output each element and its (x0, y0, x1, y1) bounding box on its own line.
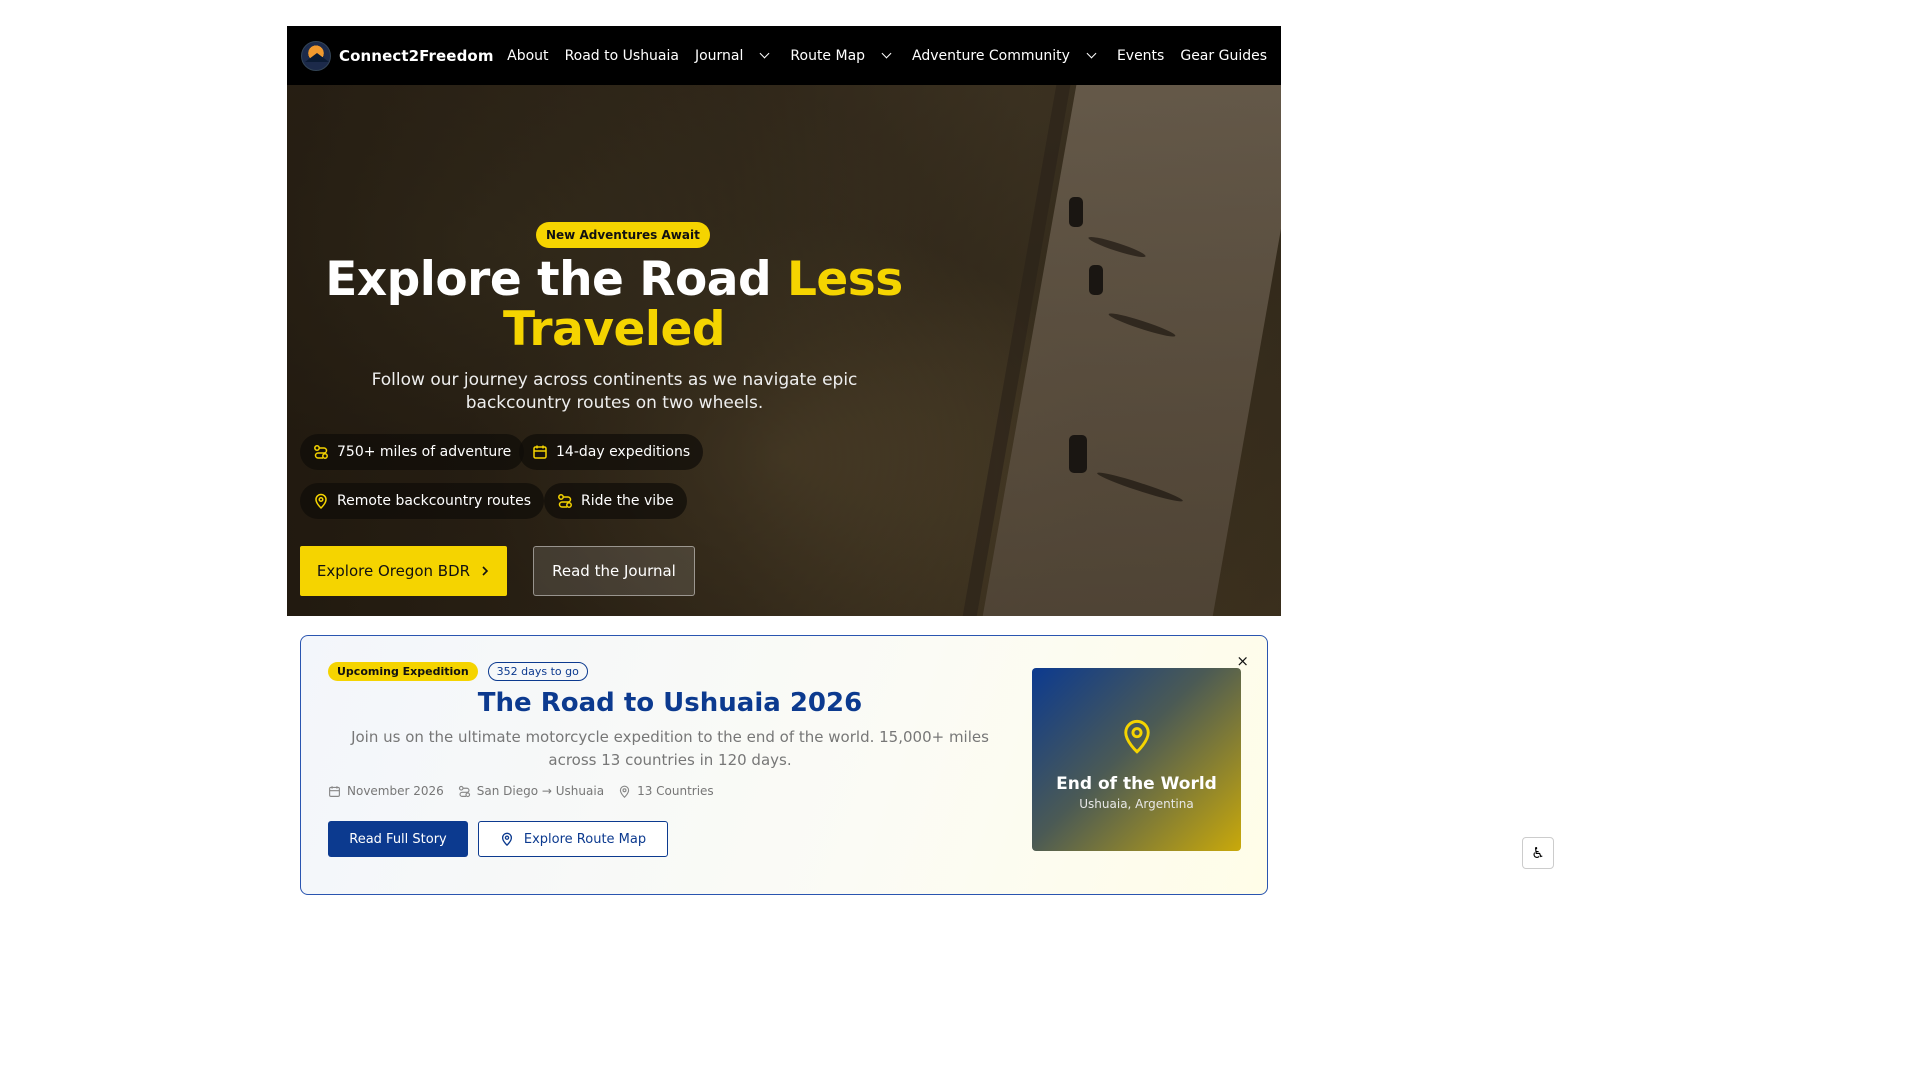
nav-item-journal[interactable]: Journal (695, 48, 774, 64)
top-navbar: Connect2Freedom About Road to Ushuaia Jo… (287, 26, 1281, 85)
calendar-icon (329, 785, 340, 797)
nav-item-route-map[interactable]: Route Map (790, 48, 896, 64)
nav-item-label: About (507, 47, 549, 64)
feature-pill-label: Remote backcountry routes (337, 493, 532, 509)
nav-item-road-to-ushuaia[interactable]: Road to Ushuaia (565, 48, 679, 64)
feature-pill-label: Ride the vibe (581, 493, 674, 509)
button-label: Read Full Story (349, 831, 447, 847)
chevron-down-icon (759, 48, 770, 59)
countdown-badge: 352 days to go (487, 662, 588, 681)
expedition-tags: Upcoming Expedition 352 days to go (328, 662, 588, 681)
upcoming-expedition-badge: Upcoming Expedition (328, 662, 478, 681)
nav-item-label: Route Map (790, 47, 866, 64)
feature-pill: 750+ miles of adventure (300, 434, 525, 470)
button-label: Explore Route Map (523, 831, 647, 847)
read-journal-button[interactable]: Read the Journal (533, 546, 695, 596)
route-icon (314, 445, 328, 459)
meta-date-label: November 2026 (347, 784, 444, 798)
feature-pill: 14-day expeditions (519, 434, 704, 470)
nav-item-gear-guides[interactable]: Gear Guides (1180, 48, 1267, 64)
logo-icon (301, 40, 331, 71)
accessibility-icon[interactable]: ♿ (1522, 837, 1554, 869)
nav-item-events[interactable]: Events (1117, 48, 1164, 64)
expedition-meta: November 2026 San Diego → Ushuaia 13 Cou… (328, 784, 714, 798)
new-adventures-badge: New Adventures Await (536, 222, 710, 248)
map-pin-icon (315, 493, 327, 509)
upcoming-expedition-card: × Upcoming Expedition 352 days to go The… (300, 635, 1268, 895)
motorcycle-rider-image (1089, 265, 1103, 295)
map-pin-icon (1123, 719, 1150, 754)
nav-item-label: Events (1116, 47, 1165, 64)
feature-pill-label: 750+ miles of adventure (337, 444, 512, 460)
nav-menu: About Road to Ushuaia Journal Route Map … (507, 48, 1267, 64)
motorcycle-rider-image (1069, 435, 1087, 473)
meta-route-label: San Diego → Ushuaia (476, 784, 605, 798)
hero-section: New Adventures Await Explore the Road Le… (287, 85, 1281, 616)
meta-countries: 13 Countries (618, 784, 714, 798)
feature-pill-label: 14-day expeditions (556, 444, 691, 460)
map-pin-icon (501, 832, 512, 846)
nav-item-label: Journal (694, 47, 744, 64)
route-icon (558, 494, 572, 508)
destination-card: End of the World Ushuaia, Argentina (1032, 668, 1241, 851)
expedition-description: Join us on the ultimate motorcycle exped… (351, 728, 989, 769)
button-label: Read the Journal (552, 562, 676, 580)
meta-route: San Diego → Ushuaia (458, 784, 604, 798)
route-icon (458, 785, 470, 797)
meta-date: November 2026 (328, 784, 444, 798)
destination-title: End of the World (1056, 774, 1217, 794)
nav-item-label: Adventure Community (912, 47, 1070, 64)
explore-oregon-bdr-button[interactable]: Explore Oregon BDR (300, 546, 507, 596)
nav-item-adventure-community[interactable]: Adventure Community (912, 48, 1101, 64)
nav-item-label: Gear Guides (1180, 47, 1267, 64)
page-frame: Connect2Freedom About Road to Ushuaia Jo… (287, 26, 1281, 616)
brand-name: Connect2Freedom (339, 46, 494, 65)
feature-pill: Ride the vibe (544, 483, 687, 519)
chevron-right-icon (482, 566, 489, 576)
hero-title: Explore the Road Less Traveled (317, 255, 911, 355)
meta-countries-label: 13 Countries (637, 784, 714, 798)
feature-pill: Remote backcountry routes (300, 483, 545, 519)
explore-route-map-button[interactable]: Explore Route Map (478, 821, 668, 857)
motorcycle-rider-image (1069, 197, 1083, 227)
chevron-down-icon (881, 48, 892, 59)
hero-title-main: Explore the Road (325, 252, 772, 307)
hero-subtitle: Follow our journey across continents as … (371, 370, 858, 413)
map-pin-icon (619, 785, 630, 798)
calendar-icon (533, 445, 547, 459)
nav-item-about[interactable]: About (507, 48, 548, 64)
read-full-story-button[interactable]: Read Full Story (328, 821, 468, 857)
brand[interactable]: Connect2Freedom (301, 40, 494, 71)
expedition-title: The Road to Ushuaia 2026 (477, 688, 863, 718)
button-label: Explore Oregon BDR (316, 562, 471, 580)
destination-subtitle: Ushuaia, Argentina (1079, 797, 1194, 811)
chevron-down-icon (1086, 48, 1097, 59)
nav-item-label: Road to Ushuaia (564, 47, 679, 64)
